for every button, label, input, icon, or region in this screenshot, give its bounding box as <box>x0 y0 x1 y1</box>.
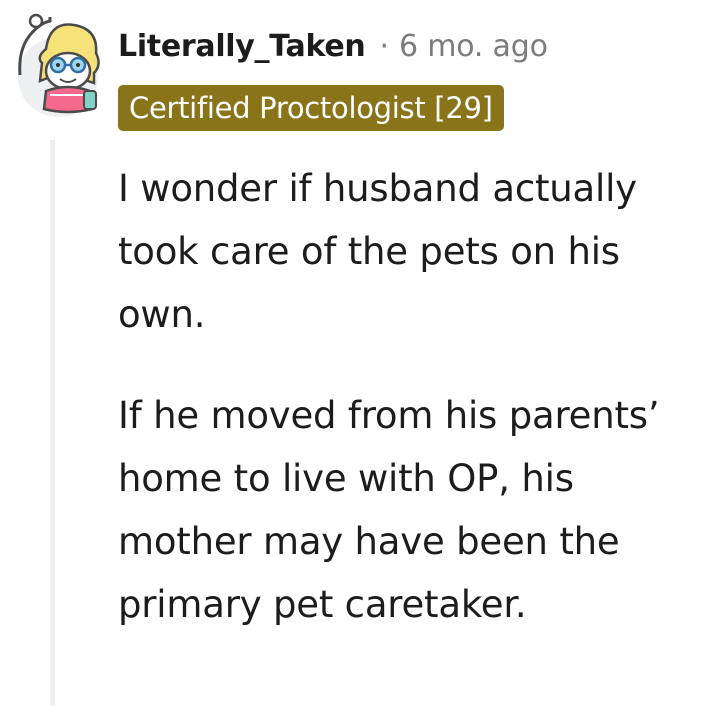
comment-paragraph: If he moved from his parents’ home to li… <box>118 394 660 626</box>
meta-separator: · <box>379 28 389 64</box>
comment-paragraph: I wonder if husband actually took care o… <box>118 167 637 336</box>
comment: Literally_Taken · 6 mo. ago Certified Pr… <box>0 0 715 706</box>
username-link[interactable]: Literally_Taken <box>118 29 366 64</box>
timestamp-link[interactable]: 6 mo. ago <box>399 29 548 64</box>
thread-collapse-line[interactable] <box>50 140 55 706</box>
comment-body: I wonder if husband actually took care o… <box>118 157 698 674</box>
user-avatar[interactable] <box>10 5 102 117</box>
snoo-avatar-icon <box>18 13 100 117</box>
comment-header: Literally_Taken · 6 mo. ago <box>118 26 548 66</box>
user-flair-badge: Certified Proctologist [29] <box>118 85 504 131</box>
